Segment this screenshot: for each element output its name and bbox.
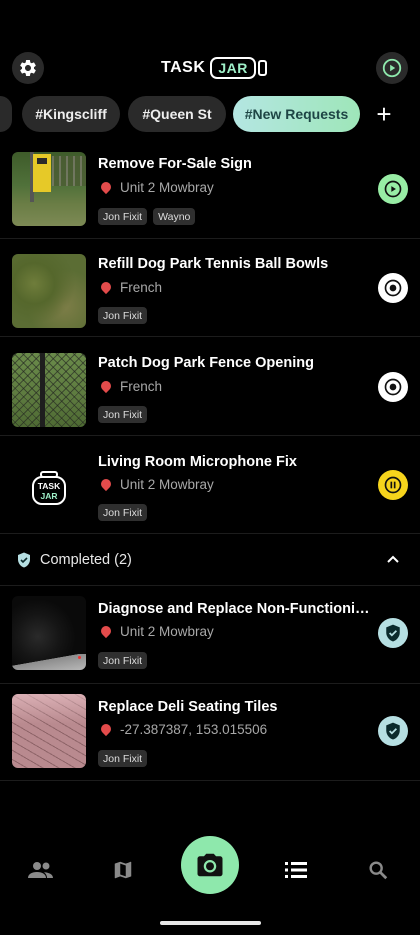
pause-circle-icon [384, 476, 402, 494]
task-location-text: -27.387387, 153.015506 [120, 722, 268, 737]
location-pin-icon [98, 378, 114, 393]
search-icon [369, 861, 388, 880]
location-pin-icon [98, 179, 114, 194]
shield-check-icon [386, 722, 400, 740]
assignee-chip: Jon Fixit [98, 750, 148, 767]
taskjar-logo-icon: TASK JAR [32, 471, 66, 505]
task-location: Unit 2 Mowbray [98, 623, 214, 639]
task-location-text: French [120, 379, 163, 394]
task-thumbnail [12, 152, 86, 226]
task-title: Refill Dog Park Tennis Ball Bowls [98, 256, 329, 272]
task-row[interactable]: TASK JAR Living Room Microphone Fix Unit… [0, 436, 420, 534]
tag-chip-partial[interactable] [0, 96, 12, 132]
target-icon [384, 378, 402, 396]
assignee-chip: Jon Fixit [98, 208, 148, 225]
camera-icon [197, 853, 223, 877]
bottom-nav [0, 836, 420, 902]
task-location: Unit 2 Mowbray [98, 179, 214, 195]
completed-section-header[interactable]: Completed (2) [0, 534, 420, 586]
task-location-text: Unit 2 Mowbray [120, 624, 214, 639]
task-done-badge[interactable] [378, 716, 408, 746]
location-pin-icon [98, 721, 114, 736]
completed-task-row[interactable]: Diagnose and Replace Non-Functionin... U… [0, 586, 420, 684]
location-pin-icon [98, 476, 114, 491]
task-target-button[interactable] [378, 273, 408, 303]
task-row[interactable]: Remove For-Sale Sign Unit 2 Mowbray Jon … [0, 141, 420, 239]
task-assignees: Jon Fixit [98, 750, 148, 767]
home-indicator [160, 921, 261, 925]
task-title: Remove For-Sale Sign [98, 156, 252, 172]
task-assignees: Jon Fixit [98, 504, 148, 521]
chevron-up-icon[interactable] [386, 554, 400, 564]
task-thumbnail [12, 596, 86, 670]
task-row[interactable]: Patch Dog Park Fence Opening French Jon … [0, 338, 420, 436]
start-all-button[interactable] [376, 52, 408, 84]
assignee-chip: Jon Fixit [98, 406, 148, 423]
task-thumbnail [12, 353, 86, 427]
task-assignees: Jon Fixit [98, 406, 148, 423]
play-circle-icon [382, 58, 402, 78]
task-title: Patch Dog Park Fence Opening [98, 355, 314, 371]
shield-check-icon [386, 624, 400, 642]
completed-task-row[interactable]: Replace Deli Seating Tiles -27.387387, 1… [0, 683, 420, 781]
task-row[interactable]: Refill Dog Park Tennis Ball Bowls French… [0, 239, 420, 337]
task-start-button[interactable] [378, 174, 408, 204]
task-title: Living Room Microphone Fix [98, 454, 297, 470]
app-header: TASK JAR [0, 48, 420, 88]
logo-jar-lid [257, 60, 267, 76]
task-location: -27.387387, 153.015506 [98, 721, 268, 737]
play-circle-icon [384, 180, 402, 198]
tag-filter-bar: #Kingscliff #Queen St #New Requests + [0, 96, 420, 132]
task-pause-button[interactable] [378, 470, 408, 500]
nav-list[interactable] [282, 858, 310, 882]
logo-jar-text: JAR [210, 57, 256, 79]
tag-chip-queen-st[interactable]: #Queen St [128, 96, 226, 132]
task-location: French [98, 378, 163, 394]
task-thumbnail [12, 694, 86, 768]
gear-icon [20, 59, 36, 76]
assignee-chip: Wayno [153, 208, 196, 225]
settings-button[interactable] [12, 52, 44, 84]
tag-chip-new-requests[interactable]: #New Requests [233, 96, 360, 132]
task-location-text: French [120, 280, 163, 295]
target-icon [384, 279, 402, 297]
task-assignees: Jon Fixit Wayno [98, 208, 196, 225]
people-icon [28, 862, 53, 878]
assignee-chip: Jon Fixit [98, 307, 148, 324]
task-title: Diagnose and Replace Non-Functionin... [98, 601, 370, 617]
logo-line-jar: JAR [40, 491, 57, 501]
task-location: Unit 2 Mowbray [98, 476, 214, 492]
assignee-chip: Jon Fixit [98, 652, 148, 669]
task-thumbnail [12, 254, 86, 328]
task-location: French [98, 279, 163, 295]
task-assignees: Jon Fixit [98, 307, 148, 324]
nav-map[interactable] [109, 858, 137, 882]
tag-chip-kingscliff[interactable]: #Kingscliff [22, 96, 120, 132]
location-pin-icon [98, 279, 114, 294]
logo-line-task: TASK [38, 481, 61, 491]
camera-button[interactable] [181, 836, 239, 894]
task-location-text: Unit 2 Mowbray [120, 180, 214, 195]
add-tag-button[interactable]: + [372, 99, 396, 129]
task-assignees: Jon Fixit [98, 652, 148, 669]
location-pin-icon [98, 623, 114, 638]
shield-check-icon [18, 552, 30, 568]
assignee-chip: Jon Fixit [98, 504, 148, 521]
map-icon [114, 861, 132, 879]
nav-people[interactable] [27, 858, 55, 882]
nav-search[interactable] [364, 858, 392, 882]
task-title: Replace Deli Seating Tiles [98, 699, 278, 715]
task-done-badge[interactable] [378, 618, 408, 648]
list-icon [285, 862, 307, 878]
task-location-text: Unit 2 Mowbray [120, 477, 214, 492]
completed-label: Completed (2) [40, 552, 132, 568]
task-target-button[interactable] [378, 372, 408, 402]
task-thumbnail: TASK JAR [12, 451, 86, 525]
logo-task-text: TASK [161, 59, 206, 76]
app-logo: TASK JAR [161, 56, 267, 80]
